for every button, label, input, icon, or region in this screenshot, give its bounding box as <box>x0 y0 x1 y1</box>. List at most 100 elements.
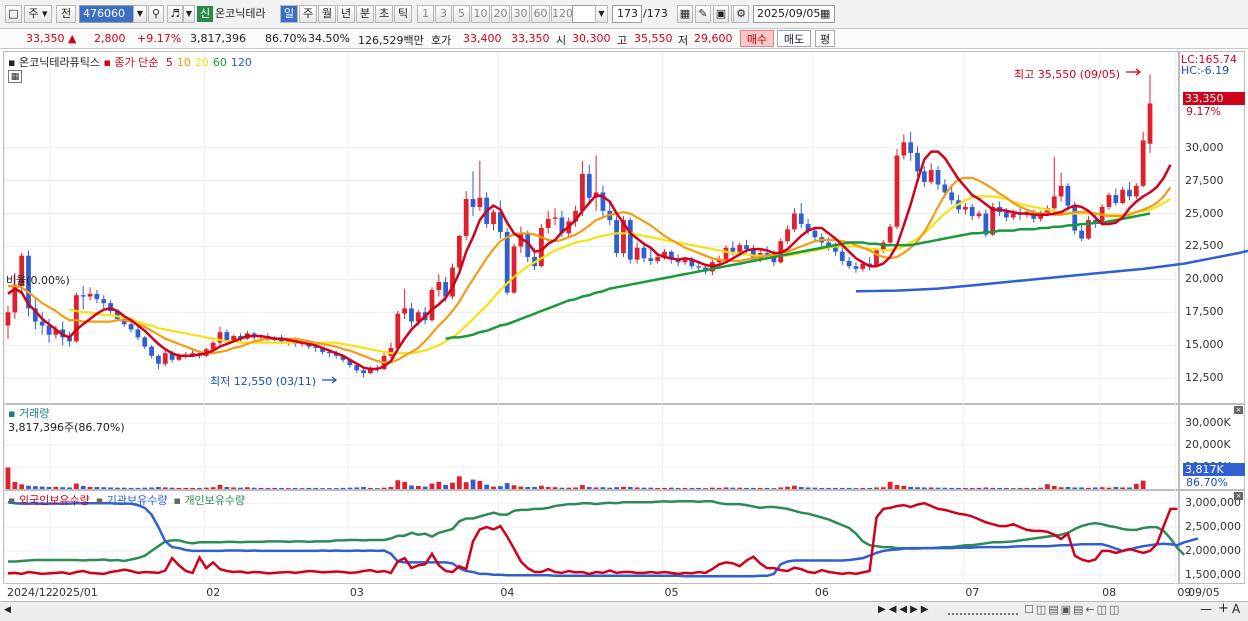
volume-bar <box>251 487 257 489</box>
volume-bar <box>928 487 934 489</box>
tool-icons[interactable]: ☐◫▤▣▤←◫◫ <box>1024 603 1121 616</box>
x-tick-label: 05 <box>664 586 679 599</box>
ma-period-label: 20 <box>194 56 209 69</box>
volume-bar <box>826 487 831 489</box>
candle-body <box>1058 185 1064 197</box>
volume-bar <box>962 487 968 489</box>
volume-bar <box>559 487 565 489</box>
volume-bar <box>634 487 640 489</box>
volume-bar <box>874 487 879 489</box>
foreign-line <box>7 501 1178 576</box>
volume-bar <box>142 487 148 489</box>
volume-bar <box>162 487 168 489</box>
candle-body <box>962 206 968 210</box>
ma-period-label: 10 <box>176 56 191 69</box>
table-icon[interactable]: ▦ <box>8 70 22 83</box>
candle-body <box>737 245 743 252</box>
candle-body <box>1147 103 1153 144</box>
volume-bar <box>552 487 558 489</box>
volume-bar <box>1079 487 1085 489</box>
chart-svg[interactable] <box>0 0 1248 621</box>
candle-body <box>730 247 736 252</box>
volume-bar <box>511 485 517 489</box>
candle-body <box>477 197 483 207</box>
volume-bar <box>224 487 230 489</box>
volume-bar <box>614 487 620 489</box>
volume-bar <box>26 485 31 489</box>
candle-body <box>5 312 11 326</box>
candle-body <box>80 295 86 297</box>
candle-body <box>402 308 408 314</box>
volume-bar <box>470 479 476 489</box>
x-tick-label: 2025/01 <box>52 586 98 599</box>
candle-body <box>928 170 934 182</box>
candle-body <box>1072 205 1078 231</box>
volume-bar <box>87 486 93 489</box>
volume-bar <box>744 487 749 489</box>
volume-bar <box>860 487 866 489</box>
candle-body <box>1133 185 1139 197</box>
font-size-icon[interactable]: A <box>1232 602 1240 616</box>
volume-bar <box>1127 487 1132 489</box>
volume-bar <box>285 488 291 489</box>
volume-bar <box>538 485 544 489</box>
volume-bar <box>1092 487 1098 489</box>
volume-bar <box>19 484 25 489</box>
y-tick-label: 27,500 <box>1185 173 1224 187</box>
volume-bar <box>990 487 996 489</box>
scroll-left-icon[interactable]: ◀ <box>4 605 11 615</box>
candle-body <box>744 245 749 250</box>
volume-bar <box>839 487 845 489</box>
volume-bar <box>272 487 278 489</box>
y-tick-label: 30,000 <box>1185 140 1224 154</box>
close-icon[interactable]: × <box>1234 406 1243 414</box>
volume-bar <box>969 487 975 489</box>
legend-series-name: 개인보유수량 <box>184 494 246 507</box>
volume-bar <box>306 487 312 489</box>
zoom-out-icon[interactable]: — <box>1200 602 1212 616</box>
candle-body <box>149 346 154 356</box>
volume-bar <box>833 487 838 489</box>
volume-bar <box>593 487 599 489</box>
volume-bar <box>456 476 462 489</box>
close-icon[interactable]: × <box>1234 492 1243 500</box>
volume-bar <box>696 487 702 489</box>
left-note: 비율(0.00%) <box>6 274 70 287</box>
volume-bar <box>798 487 804 489</box>
pct-tag: 9.17% <box>1186 105 1221 118</box>
volume-bar <box>573 487 578 489</box>
volume-bar <box>388 487 394 489</box>
volume-bar <box>518 486 524 489</box>
zoom-in-icon[interactable]: + <box>1218 601 1229 616</box>
candle-body <box>1120 189 1126 203</box>
volume-bar <box>135 487 141 489</box>
volume-bar <box>1133 483 1139 489</box>
y-tick-label: 12,500 <box>1185 371 1224 385</box>
candle-body <box>798 213 804 225</box>
volume-bar <box>169 487 175 489</box>
candle-body <box>162 353 168 364</box>
zoom-slider[interactable] <box>948 605 1018 615</box>
volume-bar <box>67 487 72 489</box>
volume-bar <box>368 487 373 489</box>
holding-tick-label: 1,500,000 <box>1185 567 1241 581</box>
x-tick-label: 06 <box>814 586 829 599</box>
candle-body <box>1113 195 1119 203</box>
candle-body <box>935 170 941 185</box>
volume-bar <box>764 487 770 489</box>
volume-bar <box>217 484 223 489</box>
volume-bar <box>327 488 332 489</box>
candle-body <box>470 199 476 207</box>
volume-bar <box>566 487 572 489</box>
volume-bar <box>709 487 715 489</box>
candle-body <box>839 251 845 261</box>
candle-body <box>812 230 818 238</box>
volume-bar <box>757 487 763 489</box>
candle-body <box>456 235 462 268</box>
volume-bar <box>265 487 271 489</box>
individual-line <box>8 500 1186 563</box>
volume-bar <box>32 486 38 489</box>
volume-bar <box>915 487 920 489</box>
candle-body <box>887 226 893 243</box>
candle-body <box>436 282 442 290</box>
